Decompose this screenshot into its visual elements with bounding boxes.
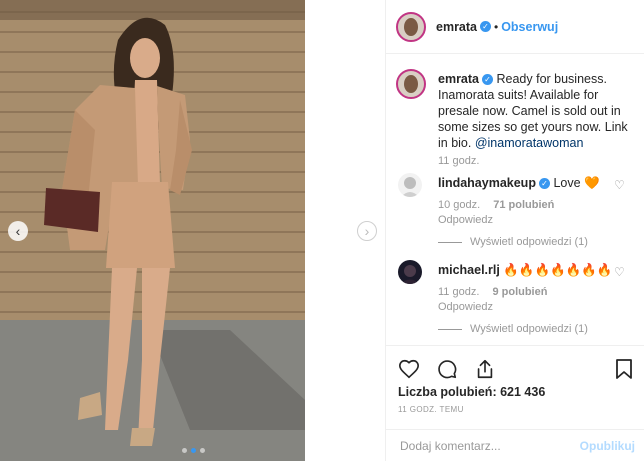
view-replies-label: Wyświetl odpowiedzi (1)	[470, 323, 588, 335]
post-header: emrata ✓ • Obserwuj	[386, 0, 644, 54]
comment-input[interactable]	[398, 438, 572, 454]
caption-mention-link[interactable]: @inamoratawoman	[475, 136, 584, 150]
verified-badge-icon: ✓	[482, 74, 493, 86]
comment-meta: 11 godz. 9 polubień	[438, 286, 618, 298]
caption-author[interactable]: emrata	[438, 72, 479, 86]
post-viewer: ‹ › emrata ✓ • Obserwuj emrata ✓ Ready fo…	[0, 0, 644, 461]
comment-emoji: 🧡	[584, 176, 600, 190]
carousel-dot	[182, 448, 187, 453]
carousel-dot-active	[191, 448, 196, 453]
view-replies-button[interactable]: Wyświetl odpowiedzi (1)	[438, 236, 618, 248]
share-icon[interactable]	[474, 358, 496, 380]
chevron-left-icon: ‹	[15, 223, 21, 239]
author-username[interactable]: emrata	[436, 20, 477, 34]
likes-count[interactable]: Liczba polubień: 621 436	[398, 385, 545, 399]
comments-list[interactable]: emrata ✓ Ready for business. Inamorata su…	[386, 55, 644, 345]
reply-button[interactable]: Odpowiedz	[438, 214, 618, 226]
comment-likes[interactable]: 71 polubień	[493, 199, 554, 211]
comment-avatar[interactable]	[398, 173, 422, 197]
comment-body: lindahaymakeup ✓ Love 🧡 10 godz. 71 polub…	[438, 176, 618, 248]
comment-avatar[interactable]	[398, 260, 422, 284]
caption-time: 11 godz.	[438, 155, 480, 167]
avatar[interactable]	[396, 11, 426, 42]
heart-icon[interactable]	[398, 358, 420, 380]
photo-image	[0, 0, 305, 461]
heart-outline-icon[interactable]: ♡	[614, 265, 625, 279]
view-replies-label: Wyświetl odpowiedzi (1)	[470, 236, 588, 248]
carousel-next-button[interactable]: ›	[357, 221, 377, 241]
action-icons	[398, 358, 496, 380]
comment-meta: 10 godz. 71 polubień	[438, 199, 618, 211]
comment-username[interactable]: lindahaymakeup	[438, 176, 536, 190]
caption-text-block: emrata ✓ Ready for business. Inamorata su…	[438, 71, 633, 151]
verified-badge-icon: ✓	[538, 178, 550, 190]
post-photo[interactable]: ‹	[0, 0, 305, 461]
post-timestamp: 11 GODZ. TEMU	[398, 405, 464, 414]
publish-button[interactable]: Opublikuj	[580, 439, 635, 453]
comment-emoji: 🔥🔥🔥🔥🔥🔥🔥	[503, 263, 613, 277]
carousel-dot	[200, 448, 205, 453]
carousel-prev-button[interactable]: ‹	[8, 221, 28, 241]
comment-body: michael.rlj 🔥🔥🔥🔥🔥🔥🔥 11 godz. 9 polubień …	[438, 263, 618, 335]
caption-avatar[interactable]	[396, 69, 426, 99]
carousel-dots	[182, 448, 205, 453]
chevron-right-icon: ›	[364, 223, 370, 239]
comment-text: Love	[553, 176, 581, 190]
heart-outline-icon[interactable]: ♡	[614, 178, 625, 192]
comment-username[interactable]: michael.rlj	[438, 263, 500, 277]
post-actions: Liczba polubień: 621 436 11 GODZ. TEMU O…	[386, 345, 644, 461]
comment-time: 11 godz.	[438, 286, 480, 298]
comment-time: 10 godz.	[438, 199, 481, 211]
add-comment-row: Opublikuj	[386, 429, 644, 462]
view-replies-button[interactable]: Wyświetl odpowiedzi (1)	[438, 323, 618, 335]
verified-badge-icon: ✓	[480, 21, 491, 32]
reply-button[interactable]: Odpowiedz	[438, 301, 618, 313]
comment-likes[interactable]: 9 polubień	[492, 286, 547, 298]
follow-button[interactable]: Obserwuj	[501, 20, 558, 34]
bookmark-icon[interactable]	[615, 358, 633, 380]
post-side-panel: emrata ✓ • Obserwuj emrata ✓ Ready for bu…	[385, 0, 644, 461]
comment-icon[interactable]	[436, 358, 458, 380]
header-separator: •	[494, 19, 499, 34]
